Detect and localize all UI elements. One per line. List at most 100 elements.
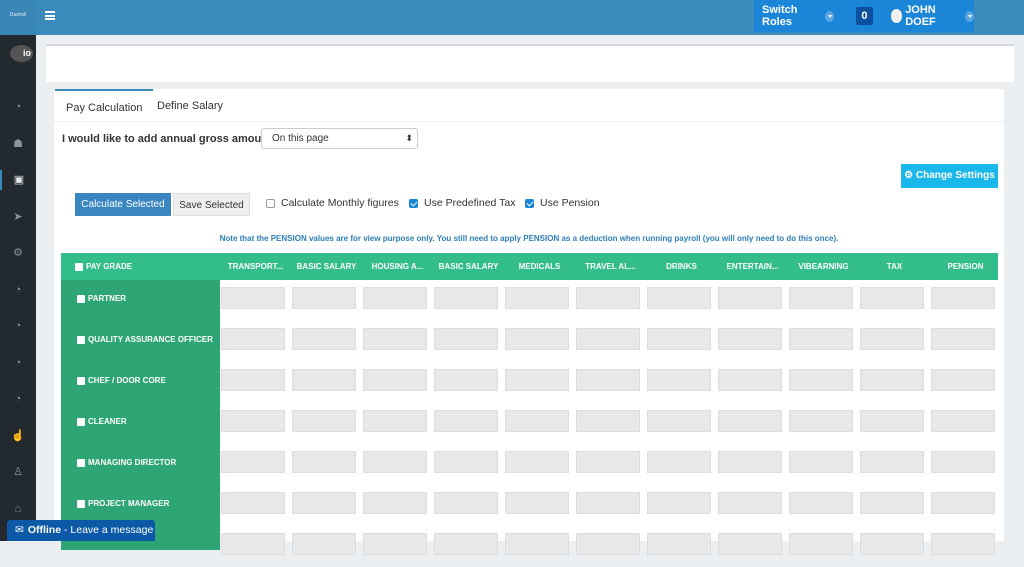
amount-input[interactable] — [860, 492, 924, 514]
amount-input[interactable] — [931, 451, 995, 473]
gross-amount-select[interactable]: On this page — [261, 128, 418, 149]
calculate-selected-button[interactable]: Calculate Selected — [75, 193, 171, 216]
dashboard-icon[interactable]: ◔ — [0, 280, 36, 300]
amount-input[interactable] — [434, 410, 498, 432]
send-icon[interactable]: ➤ — [0, 207, 36, 227]
amount-input[interactable] — [221, 369, 285, 391]
amount-input[interactable] — [363, 328, 427, 350]
row-checkbox[interactable] — [77, 376, 85, 385]
amount-input[interactable] — [860, 328, 924, 350]
row-checkbox[interactable] — [77, 335, 85, 344]
thumbs-up-icon[interactable]: ☝ — [0, 426, 36, 446]
amount-input[interactable] — [860, 287, 924, 309]
amount-input[interactable] — [718, 492, 782, 514]
chevron-down-icon[interactable] — [964, 10, 974, 22]
amount-input[interactable] — [292, 410, 356, 432]
amount-input[interactable] — [860, 369, 924, 391]
tab-pay-calculation[interactable]: Pay Calculation — [55, 89, 154, 121]
row-checkbox[interactable] — [77, 458, 85, 467]
amount-input[interactable] — [789, 451, 853, 473]
amount-input[interactable] — [505, 369, 569, 391]
amount-input[interactable] — [931, 328, 995, 350]
amount-input[interactable] — [363, 533, 427, 555]
amount-input[interactable] — [647, 492, 711, 514]
amount-input[interactable] — [434, 533, 498, 555]
amount-input[interactable] — [576, 492, 640, 514]
save-selected-button[interactable]: Save Selected — [173, 193, 250, 216]
amount-input[interactable] — [718, 451, 782, 473]
amount-input[interactable] — [505, 451, 569, 473]
chat-widget[interactable]: ✉ Offline - Leave a message — [7, 520, 155, 541]
amount-input[interactable] — [434, 369, 498, 391]
amount-input[interactable] — [789, 533, 853, 555]
amount-input[interactable] — [789, 410, 853, 432]
notification-badge[interactable]: 0 — [856, 7, 873, 25]
amount-input[interactable] — [576, 451, 640, 473]
amount-input[interactable] — [221, 410, 285, 432]
amount-input[interactable] — [718, 287, 782, 309]
amount-input[interactable] — [647, 287, 711, 309]
amount-input[interactable] — [505, 410, 569, 432]
amount-input[interactable] — [860, 533, 924, 555]
amount-input[interactable] — [292, 451, 356, 473]
amount-input[interactable] — [292, 369, 356, 391]
amount-input[interactable] — [931, 287, 995, 309]
users-icon[interactable]: ☗ — [0, 134, 36, 154]
amount-input[interactable] — [434, 451, 498, 473]
amount-input[interactable] — [363, 410, 427, 432]
amount-input[interactable] — [505, 287, 569, 309]
amount-input[interactable] — [860, 410, 924, 432]
amount-input[interactable] — [292, 533, 356, 555]
amount-input[interactable] — [363, 492, 427, 514]
amount-input[interactable] — [718, 328, 782, 350]
amount-input[interactable] — [576, 287, 640, 309]
amount-input[interactable] — [434, 328, 498, 350]
amount-input[interactable] — [647, 328, 711, 350]
checkbox[interactable] — [525, 198, 534, 208]
money-icon[interactable]: ▣ — [0, 170, 36, 190]
select-all-checkbox[interactable] — [75, 262, 83, 271]
amount-input[interactable] — [718, 533, 782, 555]
amount-input[interactable] — [789, 369, 853, 391]
checkbox[interactable] — [409, 198, 418, 208]
tab-define-salary[interactable]: Define Salary — [146, 89, 234, 121]
amount-input[interactable] — [718, 410, 782, 432]
amount-input[interactable] — [931, 369, 995, 391]
row-checkbox[interactable] — [77, 417, 85, 426]
amount-input[interactable] — [434, 287, 498, 309]
amount-input[interactable] — [221, 492, 285, 514]
amount-input[interactable] — [292, 492, 356, 514]
row-checkbox[interactable] — [77, 499, 85, 508]
amount-input[interactable] — [647, 451, 711, 473]
amount-input[interactable] — [931, 410, 995, 432]
calculate-monthly-checkbox[interactable]: Calculate Monthly figures — [266, 197, 399, 209]
amount-input[interactable] — [576, 410, 640, 432]
person-icon[interactable]: ♙ — [0, 462, 36, 482]
dashboard-icon[interactable]: ◔ — [0, 316, 36, 336]
amount-input[interactable] — [576, 369, 640, 391]
amount-input[interactable] — [434, 492, 498, 514]
amount-input[interactable] — [576, 533, 640, 555]
home-icon[interactable]: ⌂ — [0, 499, 36, 519]
amount-input[interactable] — [718, 369, 782, 391]
cogs-icon[interactable]: ⚙ — [0, 243, 36, 263]
use-pension-checkbox[interactable]: Use Pension — [525, 197, 600, 209]
dashboard-icon[interactable]: ◔ — [0, 389, 36, 409]
amount-input[interactable] — [647, 369, 711, 391]
amount-input[interactable] — [221, 533, 285, 555]
amount-input[interactable] — [505, 328, 569, 350]
amount-input[interactable] — [363, 451, 427, 473]
amount-input[interactable] — [363, 287, 427, 309]
chevron-down-icon[interactable] — [825, 10, 835, 22]
dashboard-icon[interactable]: ◔ — [0, 353, 36, 373]
amount-input[interactable] — [363, 369, 427, 391]
amount-input[interactable] — [789, 328, 853, 350]
amount-input[interactable] — [789, 492, 853, 514]
amount-input[interactable] — [505, 533, 569, 555]
amount-input[interactable] — [221, 328, 285, 350]
amount-input[interactable] — [647, 533, 711, 555]
amount-input[interactable] — [221, 287, 285, 309]
amount-input[interactable] — [292, 287, 356, 309]
use-predefined-tax-checkbox[interactable]: Use Predefined Tax — [409, 197, 515, 209]
switch-roles-button[interactable]: Switch Roles — [762, 4, 819, 28]
